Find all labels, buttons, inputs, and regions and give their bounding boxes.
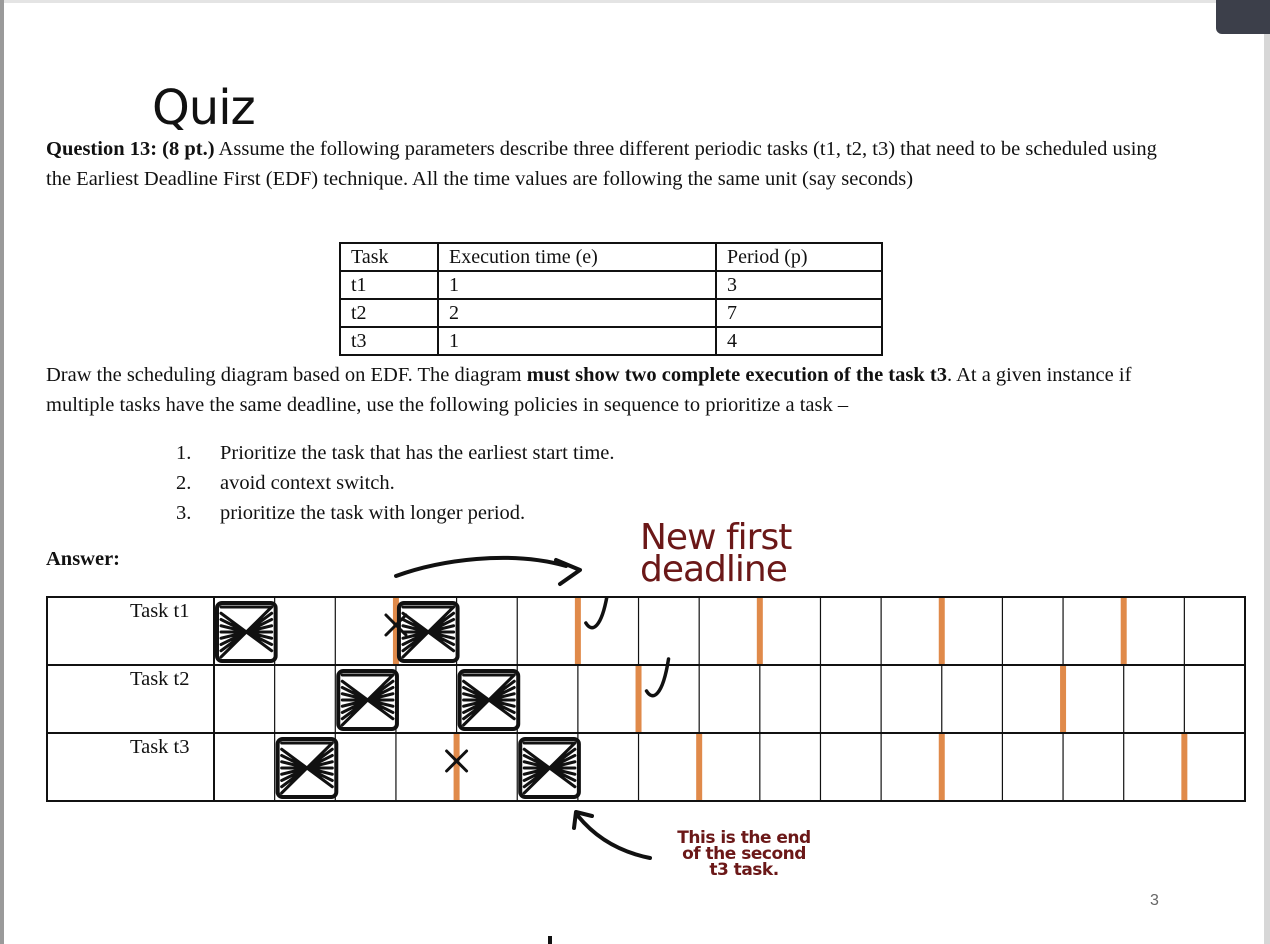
note-line: t3 task. xyxy=(709,860,779,880)
check-mark-icon xyxy=(584,589,610,630)
handwritten-arrows xyxy=(394,555,652,944)
execution-scribble xyxy=(401,605,456,659)
execution-scribble xyxy=(280,741,334,795)
row-label-t1: Task t1 xyxy=(130,600,190,622)
new-deadline-note: New first deadline xyxy=(640,520,792,590)
row-label-t2: Task t2 xyxy=(130,668,190,690)
end-of-t3-note: This is the end of the second t3 task. xyxy=(676,830,812,880)
execution-scribble xyxy=(340,673,395,727)
execution-scribble xyxy=(462,673,516,727)
row-label-t3: Task t3 xyxy=(130,736,190,758)
execution-scribble xyxy=(522,741,577,795)
note-line: deadline xyxy=(640,549,788,590)
schedule-grid xyxy=(46,589,1246,802)
schedule-diagram xyxy=(46,589,1246,802)
execution-scribble xyxy=(219,605,274,659)
arrow-to-end-icon xyxy=(572,810,652,860)
page-number: 3 xyxy=(1150,892,1159,909)
arrow-to-deadline-icon xyxy=(394,555,582,586)
